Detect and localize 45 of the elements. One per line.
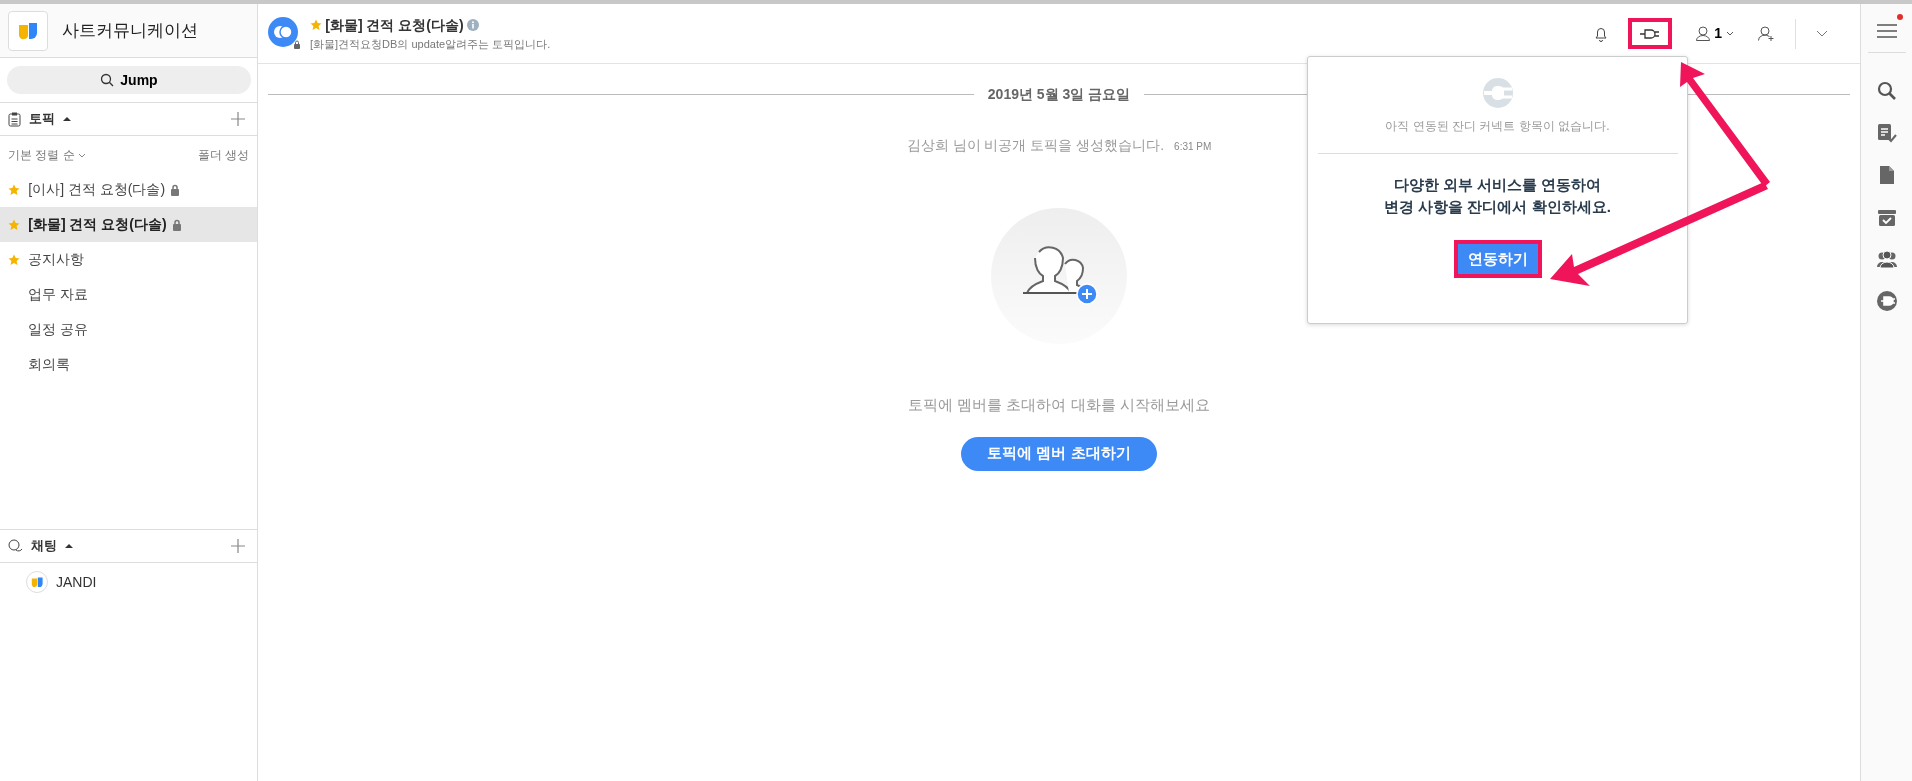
topic-item[interactable]: [화물] 견적 요청(다솔) bbox=[0, 207, 257, 242]
section-title: 토픽 bbox=[29, 110, 55, 129]
chevron-down-icon[interactable] bbox=[1816, 30, 1828, 37]
archive-box-icon[interactable] bbox=[1876, 207, 1897, 227]
sort-dropdown[interactable]: 기본 정렬 순 bbox=[8, 146, 75, 164]
add-person-icon[interactable] bbox=[1758, 26, 1775, 41]
chevron-down-icon[interactable] bbox=[77, 152, 86, 158]
empty-connect-message: 아직 연동된 잔디 커넥트 항목이 없습니다. bbox=[1385, 118, 1610, 135]
chat-bubbles-icon bbox=[8, 539, 23, 553]
workspace-name: 사트커뮤니케이션 bbox=[62, 19, 198, 42]
person-icon bbox=[1696, 26, 1711, 41]
jump-button[interactable]: Jump bbox=[7, 66, 251, 94]
message-time: 6:31 PM bbox=[1174, 140, 1212, 154]
workspace-logo-icon bbox=[8, 10, 48, 51]
clipboard-icon bbox=[8, 111, 21, 127]
caret-up-icon[interactable] bbox=[63, 116, 71, 122]
create-folder-link[interactable]: 폴더 생성 bbox=[197, 146, 249, 164]
topic-description: [화물]견적요청DB의 update알려주는 토픽입니다. bbox=[310, 36, 551, 52]
empty-state-message: 토픽에 멤버를 초대하여 대화를 시작해보세요 bbox=[908, 395, 1210, 415]
topic-chat-icon bbox=[268, 16, 302, 51]
topic-item[interactable]: 회의록 bbox=[0, 347, 257, 382]
topic-title: [화물] 견적 요청(다솔) bbox=[325, 15, 464, 35]
plug-circle-icon[interactable] bbox=[1876, 291, 1897, 311]
section-title: 채팅 bbox=[31, 537, 57, 556]
connect-description: 변경 사항을 잔디에서 확인하세요. bbox=[1384, 196, 1611, 217]
connect-description: 다양한 외부 서비스를 연동하여 bbox=[1393, 175, 1602, 195]
document-check-icon[interactable] bbox=[1876, 123, 1897, 143]
topic-item[interactable]: [이사] 견적 요청(다솔) bbox=[0, 172, 257, 207]
search-icon bbox=[100, 73, 115, 87]
plug-icon bbox=[1640, 27, 1661, 42]
date-divider-label: 2019년 5월 3일 금요일 bbox=[987, 85, 1131, 104]
connect-button[interactable] bbox=[1628, 17, 1673, 50]
bell-icon[interactable] bbox=[1594, 25, 1609, 42]
plug-circle-icon bbox=[1481, 77, 1514, 109]
member-count-button[interactable]: 1 bbox=[1692, 21, 1738, 46]
chat-item[interactable]: JANDI bbox=[56, 571, 97, 593]
bot-avatar-icon bbox=[26, 571, 48, 593]
topic-item[interactable]: 공지사항 bbox=[0, 242, 257, 277]
search-icon[interactable] bbox=[1876, 81, 1897, 101]
topic-item[interactable]: 일정 공유 bbox=[0, 312, 257, 347]
chevron-down-icon bbox=[1726, 31, 1734, 36]
caret-up-icon[interactable] bbox=[65, 543, 73, 549]
system-message: 김상희 님이 비공개 토픽을 생성했습니다. bbox=[906, 136, 1165, 155]
people-icon[interactable] bbox=[1876, 249, 1897, 269]
topic-item[interactable]: 업무 자료 bbox=[0, 277, 257, 312]
